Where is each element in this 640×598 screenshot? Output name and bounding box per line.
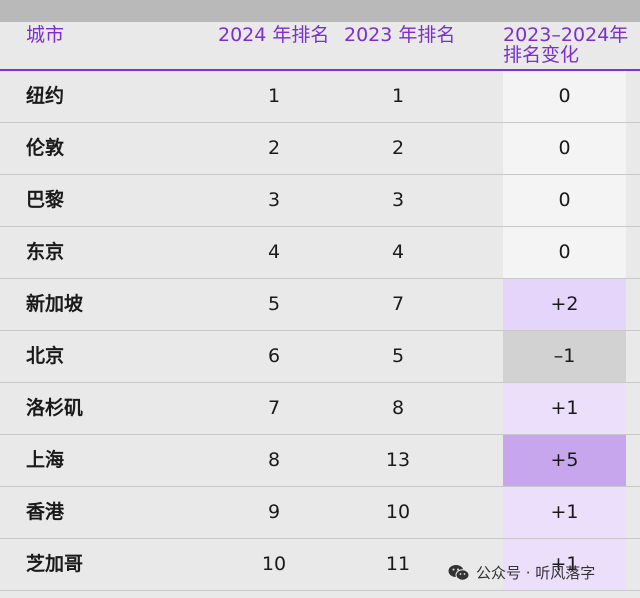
rank-2024: 4 — [267, 241, 281, 263]
rank-2023: 7 — [391, 293, 405, 315]
city-name: 北京 — [26, 345, 65, 367]
rank-2023: 13 — [385, 449, 411, 471]
header-rank-2023: 2023 年排名 — [344, 24, 456, 46]
city-name: 上海 — [26, 449, 65, 471]
ranking-table: 城市 2024 年排名 2023 年排名 2023–2024年 排名变化 纽约 … — [0, 22, 640, 591]
rank-change: –1 — [503, 331, 626, 382]
city-name: 洛杉矶 — [26, 397, 84, 419]
rank-2024: 10 — [261, 553, 287, 575]
rank-change: +2 — [503, 279, 626, 330]
rank-2023: 10 — [385, 501, 411, 523]
table-row: 伦敦 2 2 0 — [0, 123, 640, 175]
rank-2023: 2 — [391, 137, 405, 159]
table-header: 城市 2024 年排名 2023 年排名 2023–2024年 排名变化 — [0, 22, 640, 71]
rank-2024: 7 — [267, 397, 281, 419]
watermark-text: 公众号 · 听风落字 — [476, 564, 596, 582]
city-name: 芝加哥 — [26, 553, 84, 575]
city-name: 伦敦 — [26, 137, 65, 159]
rank-change: +5 — [503, 435, 626, 486]
rank-change: +1 — [503, 383, 626, 434]
rank-change: +1 — [503, 487, 626, 538]
table-row: 巴黎 3 3 0 — [0, 175, 640, 227]
table-row: 东京 4 4 0 — [0, 227, 640, 279]
table-row: 香港 9 10 +1 — [0, 487, 640, 539]
header-city: 城市 — [26, 24, 65, 46]
city-name: 香港 — [26, 501, 65, 523]
header-rank-change: 2023–2024年 排名变化 — [503, 25, 633, 65]
rank-2024: 5 — [267, 293, 281, 315]
city-name: 巴黎 — [26, 189, 65, 211]
wechat-icon — [448, 564, 470, 582]
header-change-line2: 排名变化 — [503, 44, 580, 66]
watermark: 公众号 · 听风落字 — [448, 560, 595, 586]
city-name: 纽约 — [26, 85, 65, 107]
rank-change: 0 — [503, 227, 626, 278]
header-change-line1: 2023–2024年 — [503, 24, 629, 46]
rank-2024: 2 — [267, 137, 281, 159]
header-rank-2024: 2024 年排名 — [218, 24, 330, 46]
rank-2023: 11 — [385, 553, 411, 575]
rank-2024: 9 — [267, 501, 281, 523]
table-row: 新加坡 5 7 +2 — [0, 279, 640, 331]
rank-change: 0 — [503, 71, 626, 122]
table-row: 上海 8 13 +5 — [0, 435, 640, 487]
rank-2023: 8 — [391, 397, 405, 419]
rank-2023: 5 — [391, 345, 405, 367]
rank-2024: 8 — [267, 449, 281, 471]
table-row: 洛杉矶 7 8 +1 — [0, 383, 640, 435]
rank-2024: 3 — [267, 189, 281, 211]
rank-change: 0 — [503, 175, 626, 226]
rank-change: 0 — [503, 123, 626, 174]
table-row: 纽约 1 1 0 — [0, 71, 640, 123]
top-bar — [0, 0, 640, 22]
rank-2023: 4 — [391, 241, 405, 263]
rank-2024: 1 — [267, 85, 281, 107]
rank-2024: 6 — [267, 345, 281, 367]
rank-2023: 1 — [391, 85, 405, 107]
table-row: 北京 6 5 –1 — [0, 331, 640, 383]
city-name: 新加坡 — [26, 293, 84, 315]
city-name: 东京 — [26, 241, 65, 263]
rank-2023: 3 — [391, 189, 405, 211]
